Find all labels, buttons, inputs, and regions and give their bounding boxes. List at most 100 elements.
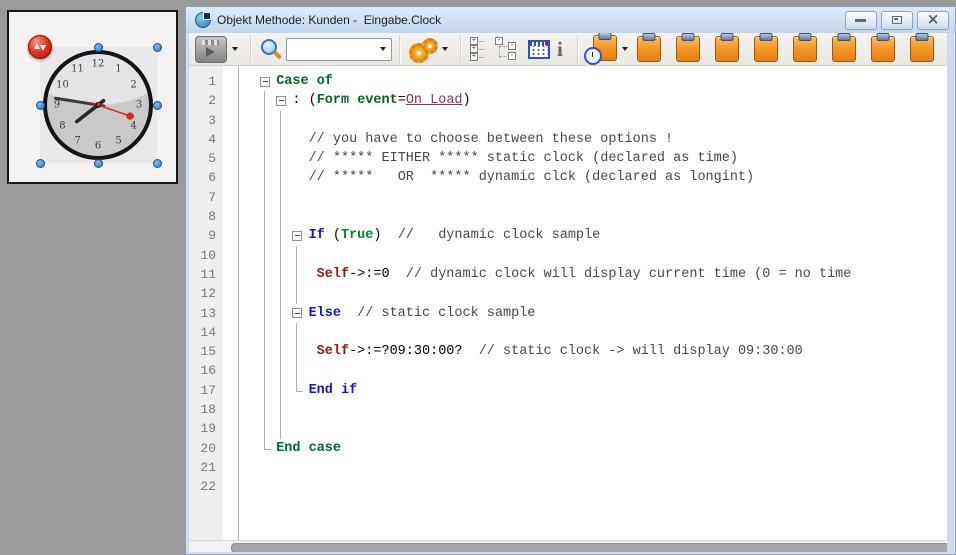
gutter-gap xyxy=(223,72,239,91)
code-token: ) xyxy=(463,93,471,108)
fold-toggle-icon[interactable] xyxy=(276,91,292,110)
fold-line xyxy=(276,130,292,149)
gutter-gap xyxy=(223,111,239,130)
maximize-button[interactable] xyxy=(881,11,913,30)
code-line[interactable]: 3 xyxy=(189,111,947,130)
code-line[interactable]: 8 xyxy=(189,207,947,226)
clock-widget: 121234567891011 xyxy=(43,50,153,160)
fold-line xyxy=(276,188,292,207)
gear-dropdown-arrow[interactable] xyxy=(442,47,448,51)
code-line[interactable]: 17End if xyxy=(189,381,947,400)
fold-line xyxy=(276,342,292,361)
horizontal-scrollbar[interactable] xyxy=(189,540,947,552)
fold-line xyxy=(292,284,308,303)
clipboard-icon[interactable] xyxy=(910,36,934,62)
code-line[interactable]: 9If (True) // dynamic clock sample xyxy=(189,226,947,245)
code-line[interactable]: 11 Self->:=0 // dynamic clock will displ… xyxy=(189,265,947,284)
code-token: On Load xyxy=(406,93,463,108)
fold-toggle-icon[interactable] xyxy=(292,226,308,245)
gutter-gap xyxy=(223,207,239,226)
clock-object[interactable]: 121234567891011 xyxy=(40,47,157,163)
macros-gear-button[interactable] xyxy=(407,36,437,63)
fold-toggle-icon[interactable] xyxy=(260,72,276,91)
clipboard-icon[interactable] xyxy=(793,36,817,62)
code-token: If xyxy=(309,228,333,243)
method-window-icon[interactable] xyxy=(195,12,211,28)
object-method-badge-icon[interactable] xyxy=(28,35,52,59)
code-line[interactable]: 15 Self->:=?09:30:00? // static clock ->… xyxy=(189,342,947,361)
code-line[interactable]: 6 // ***** OR ***** dynamic clck (declar… xyxy=(189,168,947,187)
selection-handle-bottom-middle[interactable] xyxy=(94,159,103,168)
line-number: 19 xyxy=(189,419,223,438)
macros-window-icon[interactable] xyxy=(528,40,550,59)
code-line[interactable]: 2: (Form event=On Load) xyxy=(189,91,947,110)
expand-all-button[interactable]: + + + xyxy=(468,37,494,61)
code-line[interactable]: 18 xyxy=(189,400,947,419)
clipboard-dropdown-arrow[interactable] xyxy=(622,47,628,51)
clipboard-icon[interactable] xyxy=(832,36,856,62)
code-line[interactable]: 4 // you have to choose between these op… xyxy=(189,130,947,149)
code-line[interactable]: 14 xyxy=(189,323,947,342)
gutter-gap xyxy=(223,400,239,419)
combobox-dropdown-arrow[interactable] xyxy=(380,47,386,51)
clipboard-icon[interactable] xyxy=(871,36,895,62)
fold-line xyxy=(276,381,292,400)
run-dropdown-arrow[interactable] xyxy=(232,47,238,51)
code-token: // ***** OR ***** dynamic clck (declared… xyxy=(309,170,755,185)
selection-handle-middle-right[interactable] xyxy=(153,101,162,110)
fold-line xyxy=(276,265,292,284)
code-token: ) xyxy=(373,228,381,243)
fold-line xyxy=(292,342,308,361)
code-line[interactable]: 5 // ***** EITHER ***** static clock (de… xyxy=(189,149,947,168)
fold-line xyxy=(260,91,276,110)
info-icon[interactable]: i xyxy=(550,37,570,62)
clipboard-icon[interactable] xyxy=(637,36,661,62)
code-token xyxy=(292,151,308,166)
code-token: // dynamic clock sample xyxy=(382,228,601,243)
collapse-all-button[interactable]: - - - xyxy=(494,37,520,61)
fold-line xyxy=(276,304,292,323)
code-line[interactable]: 19 xyxy=(189,419,947,438)
method-search-combobox[interactable] xyxy=(286,38,392,61)
fold-line xyxy=(260,342,276,361)
fold-line xyxy=(260,207,276,226)
gutter-gap xyxy=(223,91,239,110)
selection-handle-top-middle[interactable] xyxy=(94,43,103,52)
minimize-button[interactable] xyxy=(845,11,877,30)
code-line[interactable]: 16 xyxy=(189,361,947,380)
line-number: 17 xyxy=(189,381,223,400)
horizontal-scrollbar-thumb[interactable] xyxy=(231,543,947,552)
search-input[interactable] xyxy=(287,42,375,56)
code-line[interactable]: 21 xyxy=(189,458,947,477)
fold-line xyxy=(292,265,308,284)
code-line[interactable]: 12 xyxy=(189,284,947,303)
close-button[interactable] xyxy=(917,11,949,30)
line-number: 16 xyxy=(189,361,223,380)
selection-handle-bottom-right[interactable] xyxy=(153,159,162,168)
code-line[interactable]: 20End case xyxy=(189,439,947,458)
code-token: End case xyxy=(276,441,341,456)
code-line[interactable]: 1Case of xyxy=(189,72,947,91)
clock-hands xyxy=(47,54,149,156)
clipboard-history-button[interactable] xyxy=(585,35,617,63)
selection-handle-top-right[interactable] xyxy=(153,43,162,52)
fold-line xyxy=(260,188,276,207)
selection-handle-bottom-left[interactable] xyxy=(36,159,45,168)
fold-toggle-icon[interactable] xyxy=(292,304,308,323)
code-token: Self xyxy=(317,267,349,282)
code-editor[interactable]: 1Case of2: (Form event=On Load)34 // you… xyxy=(189,66,947,540)
clipboard-icon[interactable] xyxy=(676,36,700,62)
code-line[interactable]: 7 xyxy=(189,188,947,207)
clipboard-icon[interactable] xyxy=(754,36,778,62)
code-line[interactable]: 13Else // static clock sample xyxy=(189,304,947,323)
selection-handle-middle-left[interactable] xyxy=(36,101,45,110)
code-line[interactable]: 22 xyxy=(189,477,947,496)
code-token: ->:=?09:30:00? xyxy=(349,344,462,359)
fold-line xyxy=(276,111,292,130)
code-line[interactable]: 10 xyxy=(189,246,947,265)
run-method-button[interactable] xyxy=(195,36,227,63)
toolbar: + + + - - - i xyxy=(189,33,947,66)
clipboard-icon[interactable] xyxy=(715,36,739,62)
code-token: : ( xyxy=(292,93,316,108)
toolbar-separator xyxy=(250,35,251,63)
